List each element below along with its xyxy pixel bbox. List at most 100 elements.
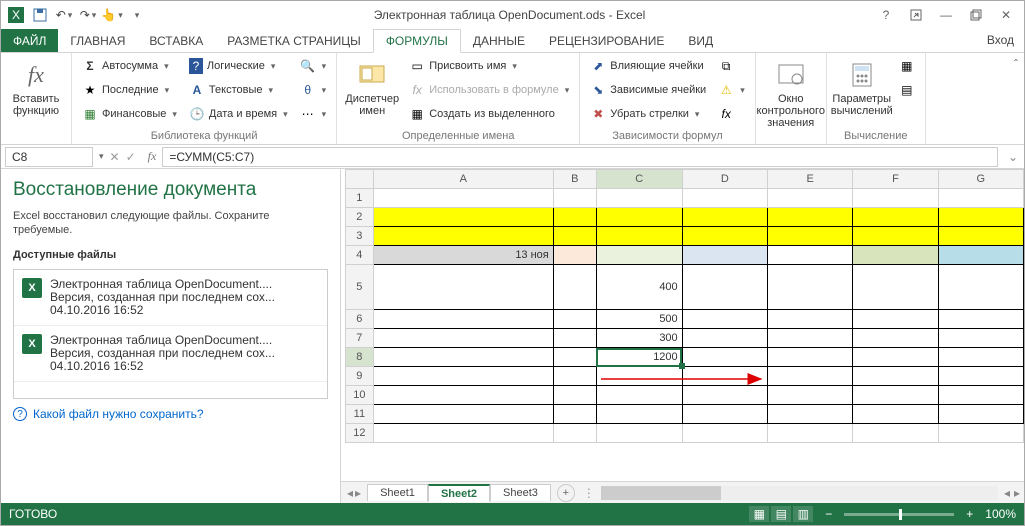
cell[interactable]: 13 ноя — [373, 246, 553, 265]
row-header[interactable]: 12 — [346, 424, 374, 443]
recovery-desc: Excel восстановил следующие файлы. Сохра… — [13, 209, 328, 237]
ribbon-options-icon[interactable] — [902, 4, 930, 26]
recovery-item[interactable]: X Электронная таблица OpenDocument.... В… — [14, 326, 327, 382]
page-layout-view-icon[interactable]: ▤ — [771, 506, 791, 522]
scroll-right-icon[interactable]: ▸ — [1010, 486, 1024, 500]
tab-formulas[interactable]: ФОРМУЛЫ — [373, 29, 461, 53]
cell[interactable]: 500 — [596, 310, 682, 329]
remove-arrows-button[interactable]: ✖Убрать стрелки▾ — [586, 103, 710, 125]
spreadsheet-grid[interactable]: A B C D E F G 1 2 3 413 ноя 5 400 6 500 7 3… — [341, 169, 1024, 481]
tab-insert[interactable]: ВСТАВКА — [137, 29, 215, 52]
financial-button[interactable]: ▦Финансовые▾ — [78, 103, 181, 125]
qat-customize-icon[interactable]: ▾ — [125, 4, 147, 26]
title-bar: X ↶▾ ↷▾ 👆▾ ▾ Электронная таблица OpenDoc… — [1, 1, 1024, 29]
page-break-view-icon[interactable]: ▥ — [793, 506, 813, 522]
undo-icon[interactable]: ↶▾ — [53, 4, 75, 26]
name-manager-button[interactable]: Диспетчер имен — [343, 55, 401, 117]
sheet-tab[interactable]: Sheet2 — [428, 484, 490, 502]
sheet-nav-first-icon[interactable]: ◂ — [347, 486, 353, 500]
math-button[interactable]: θ▾ — [296, 79, 331, 101]
lookup-button[interactable]: 🔍▾ — [296, 55, 331, 77]
tab-data[interactable]: ДАННЫЕ — [461, 29, 537, 52]
datetime-button[interactable]: 🕒Дата и время▾ — [185, 103, 292, 125]
normal-view-icon[interactable]: ▦ — [749, 506, 769, 522]
tab-view[interactable]: ВИД — [676, 29, 725, 52]
sheet-tab[interactable]: Sheet1 — [367, 484, 428, 501]
cell[interactable]: 400 — [596, 265, 682, 310]
define-name-button[interactable]: ▭Присвоить имя▾ — [405, 55, 573, 77]
col-header[interactable]: C — [596, 170, 682, 189]
zoom-level[interactable]: 100% — [985, 507, 1016, 521]
minimize-icon[interactable]: — — [932, 4, 960, 26]
tab-split-icon[interactable]: ⋮ — [583, 486, 595, 500]
excel-file-icon: X — [22, 278, 42, 298]
restore-icon[interactable] — [962, 4, 990, 26]
row-header[interactable]: 3 — [346, 227, 374, 246]
col-header[interactable]: B — [553, 170, 596, 189]
formula-input[interactable]: =СУММ(C5:C7) — [162, 147, 998, 167]
row-header[interactable]: 2 — [346, 208, 374, 227]
row-header[interactable]: 11 — [346, 405, 374, 424]
calc-now-button[interactable]: ▦ — [895, 55, 919, 77]
horizontal-scrollbar[interactable] — [601, 486, 998, 500]
col-header[interactable]: F — [853, 170, 938, 189]
row-header[interactable]: 7 — [346, 329, 374, 348]
more-functions-button[interactable]: ⋯▾ — [296, 103, 331, 125]
help-icon[interactable]: ? — [872, 4, 900, 26]
sheet-nav-last-icon[interactable]: ▸ — [355, 486, 361, 500]
row-header[interactable]: 8 — [346, 348, 374, 367]
trace-precedents-button[interactable]: ⬈Влияющие ячейки — [586, 55, 710, 77]
zoom-in-icon[interactable]: + — [966, 507, 973, 521]
enter-formula-icon[interactable]: ✓ — [126, 150, 136, 164]
autosum-button[interactable]: ΣАвтосумма▾ — [78, 55, 181, 77]
recovery-item[interactable]: X Электронная таблица OpenDocument.... В… — [14, 270, 327, 326]
redo-icon[interactable]: ↷▾ — [77, 4, 99, 26]
tab-review[interactable]: РЕЦЕНЗИРОВАНИЕ — [537, 29, 676, 52]
insert-function-button[interactable]: fx Вставить функцию — [7, 55, 65, 117]
cancel-formula-icon[interactable]: ✕ — [110, 150, 120, 164]
name-mgr-icon — [356, 59, 388, 91]
collapse-ribbon-icon[interactable]: ˆ — [1014, 57, 1018, 71]
tab-file[interactable]: ФАЙЛ — [1, 29, 58, 52]
zoom-slider[interactable] — [844, 513, 954, 516]
name-box[interactable]: C8 — [5, 147, 93, 167]
status-bar: ГОТОВО ▦ ▤ ▥ − + 100% — [1, 503, 1024, 525]
trace-dependents-button[interactable]: ⬊Зависимые ячейки — [586, 79, 710, 101]
touch-mode-icon[interactable]: 👆▾ — [101, 4, 123, 26]
calc-options-button[interactable]: Параметры вычислений — [833, 55, 891, 117]
save-icon[interactable] — [29, 4, 51, 26]
add-sheet-button[interactable]: + — [557, 484, 575, 502]
fx-icon[interactable]: fx — [142, 149, 163, 164]
row-header[interactable]: 6 — [346, 310, 374, 329]
sheet-tab[interactable]: Sheet3 — [490, 484, 551, 501]
recovery-help-link[interactable]: ? Какой файл нужно сохранить? — [13, 407, 328, 421]
error-checking-button[interactable]: ⚠▾ — [714, 79, 749, 101]
show-formulas-button[interactable]: ⧉ — [714, 55, 749, 77]
evaluate-formula-button[interactable]: fx — [714, 103, 749, 125]
tab-pagelayout[interactable]: РАЗМЕТКА СТРАНИЦЫ — [215, 29, 373, 52]
row-header[interactable]: 9 — [346, 367, 374, 386]
col-header[interactable]: G — [938, 170, 1023, 189]
expand-formula-bar-icon[interactable]: ⌄ — [1002, 150, 1024, 164]
cell[interactable]: 300 — [596, 329, 682, 348]
create-from-selection-button[interactable]: ▦Создать из выделенного — [405, 103, 573, 125]
col-header[interactable]: A — [373, 170, 553, 189]
clock-icon: 🕒 — [189, 106, 205, 122]
col-header[interactable]: D — [682, 170, 767, 189]
sign-in-link[interactable]: Вход — [977, 29, 1024, 52]
cell-active[interactable]: 1200 — [596, 348, 682, 367]
row-header[interactable]: 1 — [346, 189, 374, 208]
col-header[interactable]: E — [768, 170, 853, 189]
logical-button[interactable]: ?Логические▾ — [185, 55, 292, 77]
tab-home[interactable]: ГЛАВНАЯ — [58, 29, 137, 52]
select-all-corner[interactable] — [346, 170, 374, 189]
calc-sheet-button[interactable]: ▤ — [895, 79, 919, 101]
row-header[interactable]: 10 — [346, 386, 374, 405]
close-icon[interactable]: ✕ — [992, 4, 1020, 26]
text-button[interactable]: AТекстовые▾ — [185, 79, 292, 101]
zoom-out-icon[interactable]: − — [825, 507, 832, 521]
watch-window-button[interactable]: Окно контрольного значения — [762, 55, 820, 129]
row-header[interactable]: 5 — [346, 265, 374, 310]
recent-functions-button[interactable]: ★Последние▾ — [78, 79, 181, 101]
row-header[interactable]: 4 — [346, 246, 374, 265]
